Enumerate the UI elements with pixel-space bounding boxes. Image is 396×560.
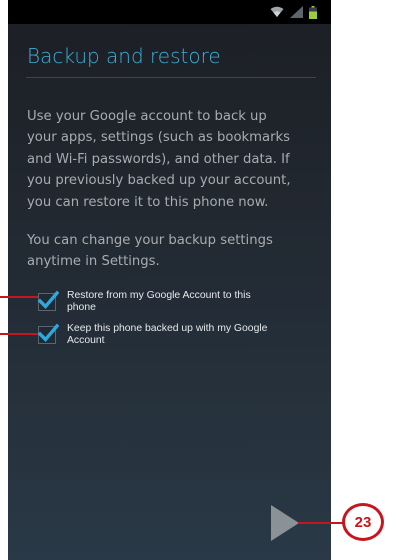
note-line: anytime in Settings.	[27, 254, 160, 270]
description-line: Use your Google account to back up	[27, 109, 267, 124]
description-line: and Wi-Fi passwords), and other data. If	[27, 151, 290, 167]
restore-checkbox[interactable]	[37, 290, 59, 311]
callout-line	[298, 522, 343, 524]
note-line: You can change your backup settings	[27, 233, 273, 248]
checkmark-icon	[37, 290, 59, 310]
next-arrow-icon	[271, 505, 299, 541]
page-title: Backup and restore	[27, 44, 221, 68]
wifi-icon	[270, 6, 284, 18]
page: Backup and restore Use your Google accou…	[0, 0, 396, 560]
battery-icon	[309, 5, 317, 19]
description-line: you can restore it to this phone now.	[27, 194, 269, 210]
checkmark-icon	[37, 323, 59, 343]
phone-screen: Backup and restore Use your Google accou…	[8, 0, 331, 560]
backup-option-label: Keep this phone backed up with my Google…	[67, 323, 268, 346]
next-button[interactable]	[270, 504, 300, 542]
settings-note: You can change your backup settings anyt…	[27, 230, 327, 273]
status-icons	[270, 4, 317, 20]
description-text: Use your Google account to back up your …	[27, 106, 327, 213]
backup-option[interactable]: Keep this phone backed up with my Google…	[37, 323, 318, 363]
description-line: you previously backed up your account,	[27, 173, 291, 189]
restore-option-label: Restore from my Google Account to this p…	[67, 290, 251, 313]
step-number-badge: 23	[342, 503, 384, 541]
callout-line	[0, 333, 38, 335]
title-divider	[26, 77, 316, 78]
signal-icon	[290, 6, 303, 18]
status-bar	[8, 0, 331, 24]
backup-checkbox[interactable]	[37, 323, 59, 344]
callout-line	[0, 296, 38, 298]
description-line: your apps, settings (such as bookmarks	[27, 130, 291, 146]
